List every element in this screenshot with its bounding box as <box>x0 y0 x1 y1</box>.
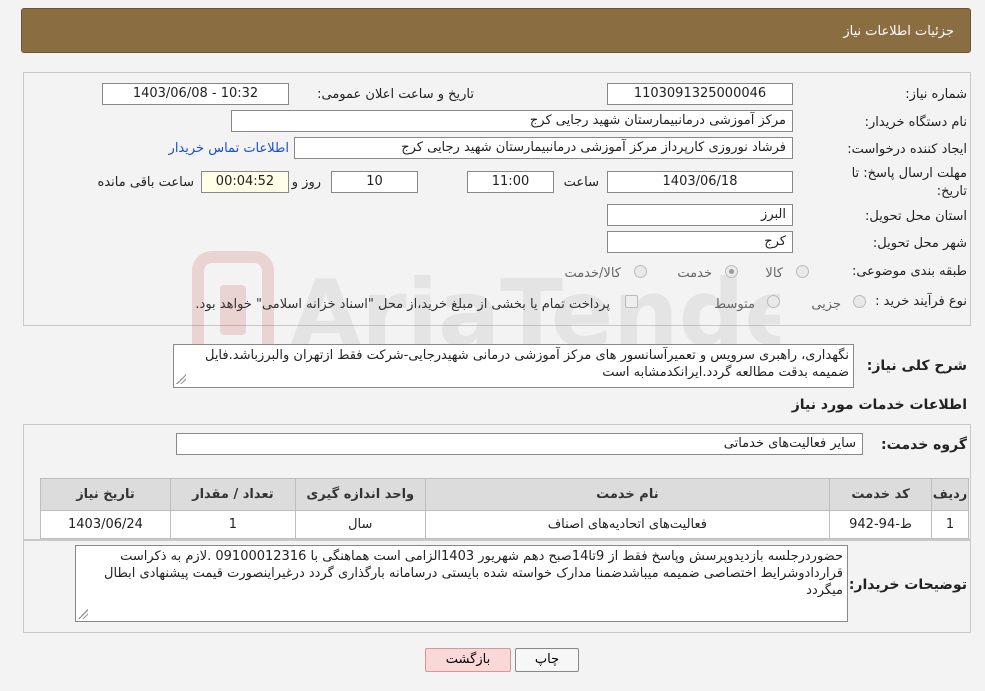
buyer-label: نام دستگاه خریدار: <box>864 115 967 130</box>
buyer-field: مرکز آموزشی درمانبیمارستان شهید رجایی کر… <box>231 110 793 132</box>
resize-grip-icon[interactable] <box>78 609 88 619</box>
resize-grip-icon[interactable] <box>176 374 186 384</box>
remaining-label: ساعت باقی مانده <box>97 175 194 190</box>
province-label: استان محل تحویل: <box>865 209 967 224</box>
page-header: جزئیات اطلاعات نیاز <box>21 8 971 53</box>
buyer-notes-label: توضیحات خریدار: <box>848 577 967 593</box>
category-option-goods: کالا <box>765 266 783 281</box>
category-label: طبقه بندی موضوعی: <box>851 264 967 279</box>
process-option-minor: جزیی <box>811 297 841 312</box>
cell-qty: 1 <box>169 510 296 539</box>
treasury-payment-text: پرداخت تمام یا بخشی از مبلغ خرید،از محل … <box>195 297 610 312</box>
col-qty: تعداد / مقدار <box>169 478 296 511</box>
city-field: کرج <box>607 231 793 253</box>
cell-date: 1403/06/24 <box>40 510 171 539</box>
services-table-header: ردیف کد خدمت نام خدمت واحد اندازه گیری ت… <box>40 478 969 511</box>
category-radio-goods[interactable] <box>796 265 809 278</box>
days-field: 10 <box>331 171 418 193</box>
category-radio-service[interactable] <box>725 265 738 278</box>
col-row: ردیف <box>931 478 969 511</box>
deadline-time-field: 11:00 <box>467 171 554 193</box>
creator-field: فرشاد نوروزی کارپرداز مرکز آموزشی درمانب… <box>294 137 793 159</box>
page-title: جزئیات اطلاعات نیاز <box>843 24 954 39</box>
process-radio-medium[interactable] <box>767 295 780 308</box>
print-button[interactable]: چاپ <box>515 648 579 672</box>
col-name: نام خدمت <box>424 478 831 511</box>
cell-name: فعالیت‌های اتحادیه‌های اصناف <box>424 510 831 539</box>
services-table-wrap: ردیف کد خدمت نام خدمت واحد اندازه گیری ت… <box>40 478 969 539</box>
summary-label: شرح کلی نیاز: <box>866 358 967 374</box>
buyer-contact-link[interactable]: اطلاعات تماس خریدار <box>169 141 289 156</box>
province-field: البرز <box>607 204 793 226</box>
services-table: ردیف کد خدمت نام خدمت واحد اندازه گیری ت… <box>40 478 969 539</box>
remaining-time-field: 00:04:52 <box>201 171 289 193</box>
creator-label: ایجاد کننده درخواست: <box>847 142 967 157</box>
days-label: روز و <box>291 175 321 190</box>
deadline-label-2: تاریخ: <box>936 184 967 199</box>
city-label: شهر محل تحویل: <box>872 236 967 251</box>
deadline-label: مهلت ارسال پاسخ: تا <box>851 166 967 181</box>
col-date: تاریخ نیاز <box>40 478 171 511</box>
buyer-notes-textarea[interactable]: حضوردرجلسه بازدیدوپرسش وپاسخ فقط از 9تا1… <box>75 545 848 622</box>
treasury-payment-checkbox[interactable] <box>625 295 638 308</box>
category-radio-goods-service[interactable] <box>634 265 647 278</box>
back-button[interactable]: بازگشت <box>425 648 511 672</box>
cell-code: ط-94-942 <box>829 510 933 539</box>
services-section-title: اطلاعات خدمات مورد نیاز <box>791 397 967 413</box>
category-option-service: خدمت <box>677 266 712 281</box>
process-label: نوع فرآیند خرید : <box>875 294 967 309</box>
need-number-label: شماره نیاز: <box>905 87 967 102</box>
announce-field: 1403/06/08 - 10:32 <box>102 83 289 105</box>
category-option-goods-service: کالا/خدمت <box>564 266 621 281</box>
process-radio-minor[interactable] <box>853 295 866 308</box>
process-option-medium: متوسط <box>714 297 755 312</box>
col-unit: واحد اندازه گیری <box>294 478 426 511</box>
announce-label: تاریخ و ساعت اعلان عمومی: <box>317 87 474 102</box>
service-group-field: سایر فعالیت‌های خدماتی <box>176 433 863 455</box>
deadline-date-field: 1403/06/18 <box>607 171 793 193</box>
summary-textarea[interactable]: نگهداری، راهبری سرویس و تعمیرآسانسور های… <box>173 344 854 388</box>
table-row: 1 ط-94-942 فعالیت‌های اتحادیه‌های اصناف … <box>40 510 969 539</box>
deadline-time-label: ساعت <box>563 175 599 190</box>
need-number-field: 1103091325000046 <box>607 83 793 105</box>
cell-unit: سال <box>294 510 426 539</box>
service-group-label: گروه خدمت: <box>881 437 967 453</box>
cell-row: 1 <box>931 510 969 539</box>
col-code: کد خدمت <box>829 478 933 511</box>
